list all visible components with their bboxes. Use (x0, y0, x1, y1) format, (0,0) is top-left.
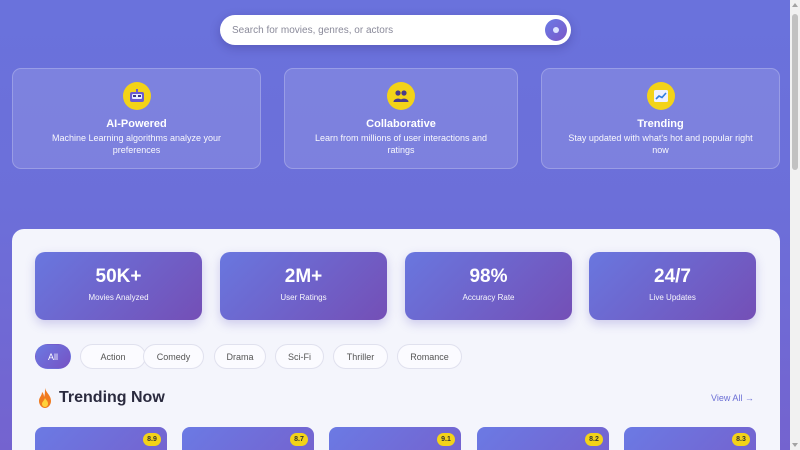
feature-title: AI-Powered (106, 118, 167, 130)
page-scrollbar[interactable] (790, 0, 800, 450)
genre-chip-comedy[interactable]: Comedy (143, 344, 204, 369)
feature-card-collaborative: Collaborative Learn from millions of use… (284, 68, 518, 169)
feature-description: Learn from millions of user interactions… (314, 133, 488, 155)
search-icon (553, 27, 559, 33)
stat-label: Live Updates (649, 293, 696, 302)
stat-label: User Ratings (280, 293, 327, 302)
feature-description: Stay updated with what's hot and popular… (568, 133, 753, 155)
stat-card-accuracy: 98% Accuracy Rate (405, 252, 572, 320)
genre-chip-romance[interactable]: Romance (397, 344, 462, 369)
stat-card-movies: 50K+ Movies Analyzed (35, 252, 202, 320)
scrollbar-thumb[interactable] (792, 14, 798, 170)
rating-badge: 8.7 (290, 433, 308, 446)
people-icon (387, 82, 415, 110)
feature-card-ai: AI-Powered Machine Learning algorithms a… (12, 68, 261, 169)
movie-card[interactable]: 8.3 (624, 427, 756, 450)
rating-badge: 8.3 (732, 433, 750, 446)
rating-badge: 8.2 (585, 433, 603, 446)
chart-icon (646, 82, 675, 110)
search-input[interactable] (232, 15, 532, 45)
feature-description: Machine Learning algorithms analyze your… (51, 133, 222, 155)
feature-title: Collaborative (366, 118, 436, 130)
view-all-link[interactable]: View All → (711, 393, 754, 403)
stat-value: 98% (469, 266, 508, 287)
genre-chip-drama[interactable]: Drama (214, 344, 266, 369)
movie-card[interactable]: 8.2 (477, 427, 609, 450)
feature-card-trending: Trending Stay updated with what's hot an… (541, 68, 780, 169)
stat-value: 2M+ (284, 266, 323, 287)
movie-card[interactable]: 8.7 (182, 427, 314, 450)
robot-icon (122, 82, 151, 110)
stat-value: 24/7 (654, 266, 691, 287)
stat-label: Accuracy Rate (462, 293, 515, 302)
genre-chip-action[interactable]: Action (80, 344, 146, 369)
search-bar (220, 15, 571, 45)
movie-card[interactable]: 8.9 (35, 427, 167, 450)
scroll-up-icon[interactable] (792, 3, 798, 7)
search-button[interactable] (545, 19, 567, 41)
stat-label: Movies Analyzed (88, 293, 149, 302)
stat-card-ratings: 2M+ User Ratings (220, 252, 387, 320)
section-title: Trending Now (59, 389, 165, 406)
stat-card-updates: 24/7 Live Updates (589, 252, 756, 320)
genre-chip-all[interactable]: All (35, 344, 71, 369)
movie-card[interactable]: 9.1 (329, 427, 461, 450)
rating-badge: 8.9 (143, 433, 161, 446)
rating-badge: 9.1 (437, 433, 455, 446)
feature-title: Trending (637, 118, 684, 130)
main-panel: 50K+ Movies Analyzed 2M+ User Ratings 98… (12, 229, 780, 450)
stat-value: 50K+ (95, 266, 142, 287)
genre-chip-scifi[interactable]: Sci-Fi (275, 344, 324, 369)
scroll-down-icon[interactable] (792, 443, 798, 447)
section-header: Trending Now (37, 388, 165, 408)
genre-chip-thriller[interactable]: Thriller (333, 344, 388, 369)
fire-icon (39, 388, 51, 408)
